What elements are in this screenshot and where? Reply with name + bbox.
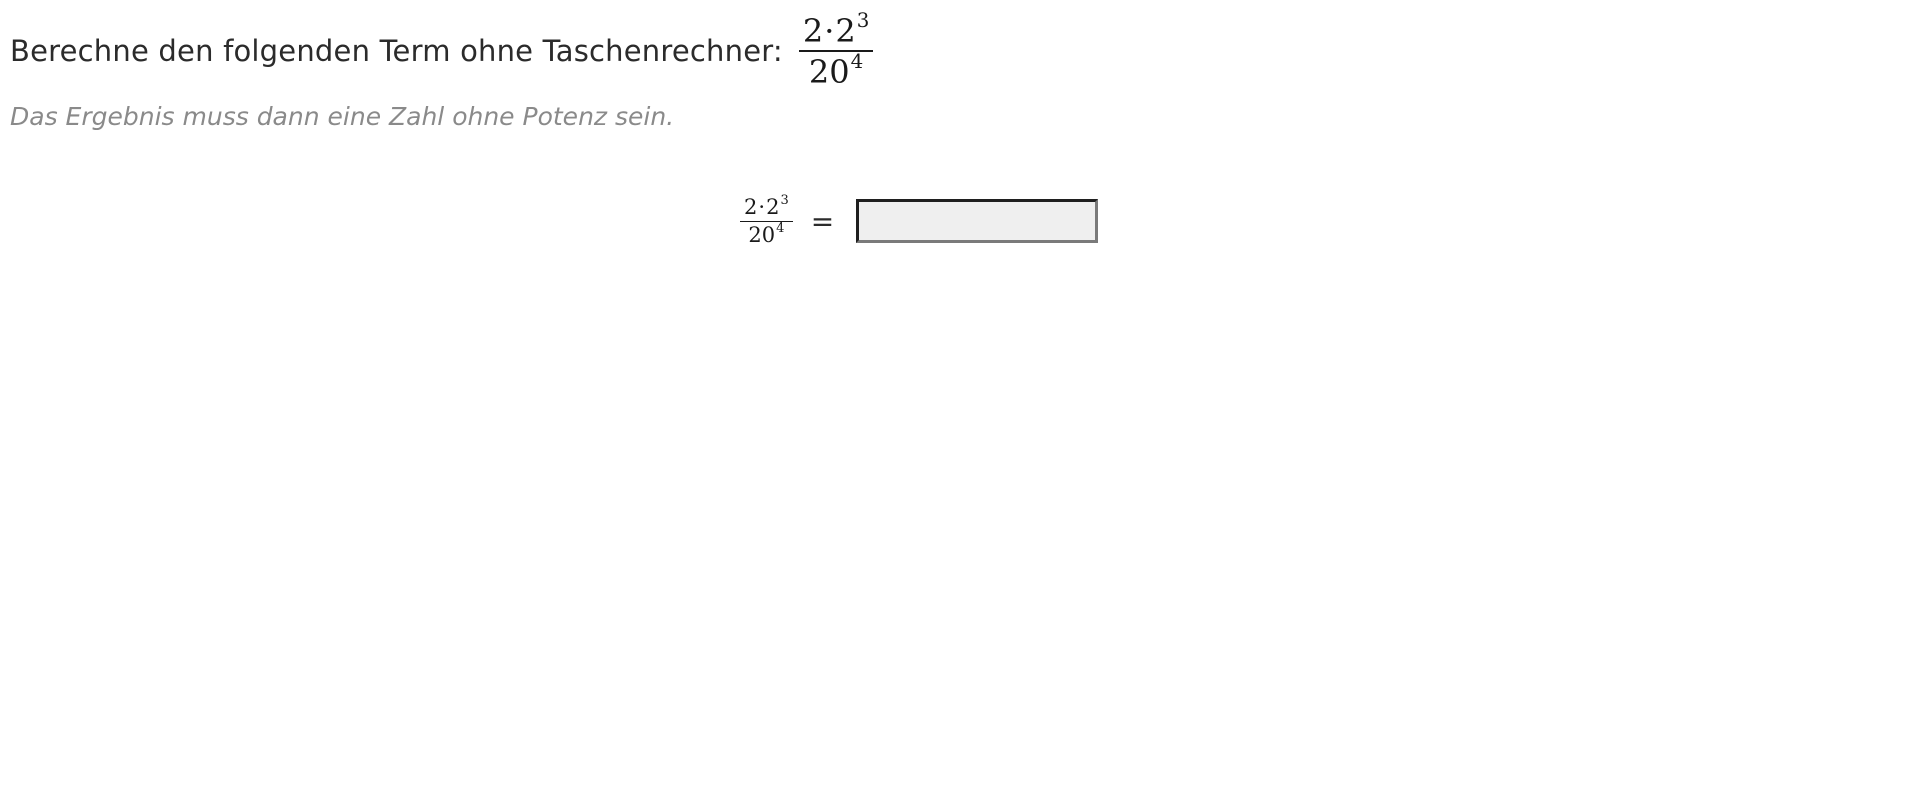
numerator-factor: 2 [744, 194, 758, 219]
answer-term-fraction: 2·23 204 [740, 194, 793, 246]
question-text: Berechne den folgenden Term ohne Taschen… [10, 34, 783, 68]
fraction-numerator: 2·23 [740, 194, 793, 221]
numerator-exponent: 3 [780, 192, 789, 208]
hint-text: Das Ergebnis muss dann eine Zahl ohne Po… [10, 102, 675, 131]
fraction-denominator: 204 [805, 49, 867, 91]
equals-sign: = [810, 204, 835, 238]
numerator-base: 2 [835, 11, 856, 50]
numerator-exponent: 3 [856, 8, 870, 32]
multiply-operator: · [758, 194, 766, 219]
denominator-exponent: 4 [776, 220, 785, 236]
question-line: Berechne den folgenden Term ohne Taschen… [10, 10, 874, 92]
denominator-base: 20 [808, 52, 850, 91]
fraction-numerator: 2·23 [799, 10, 874, 50]
question-term-fraction: 2·23 204 [798, 10, 874, 91]
answer-row: 2·23 204 = [740, 194, 1099, 248]
numerator-factor: 2 [802, 11, 824, 50]
multiply-operator: · [824, 11, 835, 50]
fraction-denominator: 204 [744, 222, 788, 246]
exercise-page: Berechne den folgenden Term ohne Taschen… [0, 0, 1920, 810]
numerator-base: 2 [766, 194, 780, 219]
denominator-exponent: 4 [850, 49, 864, 73]
answer-input[interactable] [856, 199, 1099, 243]
denominator-base: 20 [748, 222, 776, 247]
